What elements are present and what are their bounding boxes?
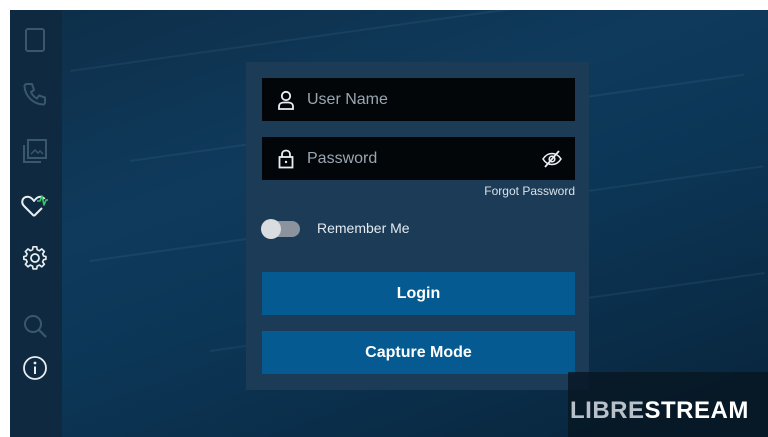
toggle-knob — [261, 219, 281, 239]
username-input[interactable] — [305, 89, 529, 110]
sidebar — [10, 10, 62, 437]
info-icon[interactable] — [19, 352, 51, 384]
brand-logo-part1: LIBRE — [570, 397, 645, 424]
gear-icon[interactable] — [19, 242, 51, 274]
forgot-password-link[interactable]: Forgot Password — [484, 184, 575, 198]
gallery-icon[interactable] — [19, 135, 51, 167]
password-input[interactable] — [305, 148, 529, 169]
remember-me-label: Remember Me — [317, 220, 410, 236]
login-panel: Forgot Password Remember Me Login Captur… — [246, 62, 589, 390]
heart-pulse-icon[interactable] — [19, 190, 51, 222]
tablet-icon[interactable] — [19, 24, 51, 56]
capture-mode-button[interactable]: Capture Mode — [262, 331, 575, 374]
brand-logo: LIBRESTREAM — [570, 397, 749, 425]
remember-me-toggle[interactable] — [261, 219, 300, 239]
search-icon[interactable] — [19, 310, 51, 342]
password-field — [262, 137, 575, 180]
app-screen: Forgot Password Remember Me Login Captur… — [10, 10, 768, 437]
user-icon — [275, 89, 297, 111]
brand-logo-part2: STREAM — [644, 397, 749, 424]
hide-password-icon[interactable] — [541, 148, 563, 170]
login-button[interactable]: Login — [262, 272, 575, 315]
phone-icon[interactable] — [19, 78, 51, 110]
lock-icon — [275, 148, 297, 170]
username-field — [262, 78, 575, 121]
